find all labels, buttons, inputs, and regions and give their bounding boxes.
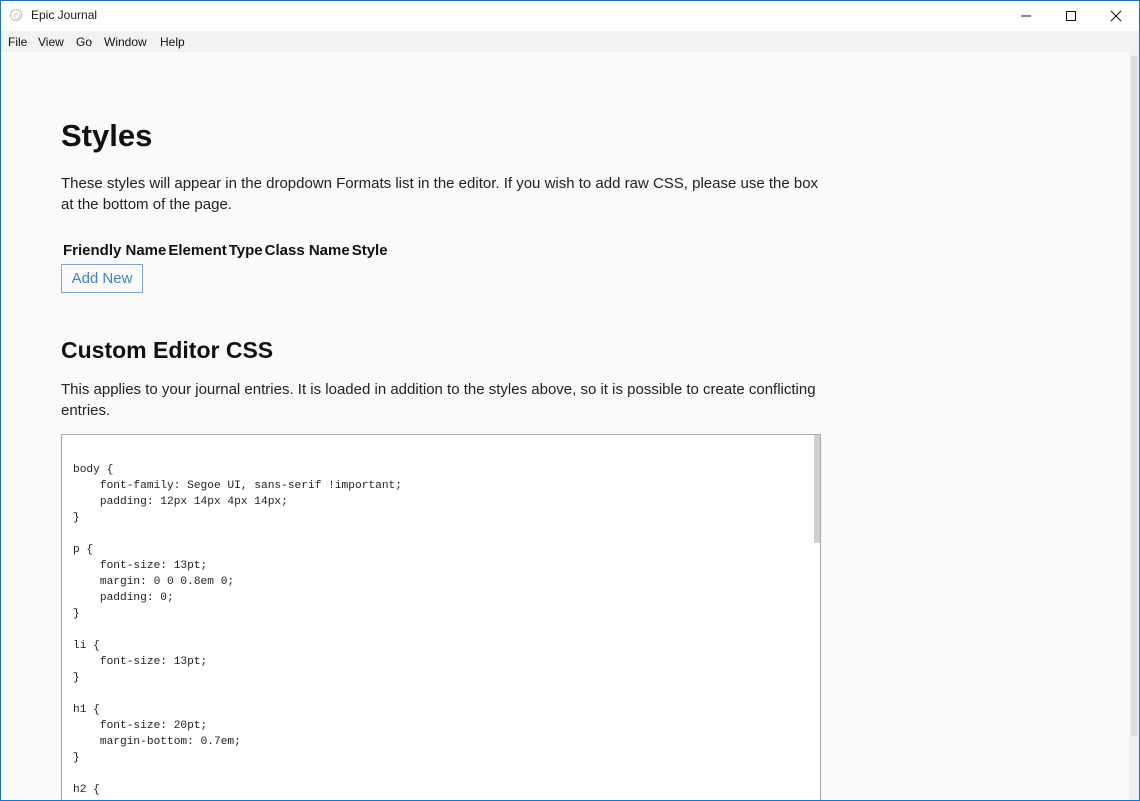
minimize-icon	[1021, 15, 1031, 17]
menu-go[interactable]: Go	[76, 35, 92, 49]
maximize-icon	[1066, 11, 1076, 21]
column-friendly-name: Friendly Name	[63, 242, 167, 259]
close-icon	[1110, 10, 1122, 22]
minimize-button[interactable]	[1003, 1, 1049, 31]
maximize-button[interactable]	[1048, 1, 1094, 31]
app-icon	[10, 9, 22, 21]
app-window: Epic Journal File View Go Window Help St…	[0, 0, 1140, 801]
menu-file[interactable]: File	[8, 35, 27, 49]
add-new-button[interactable]: Add New	[61, 264, 143, 293]
column-element: Element	[168, 242, 227, 259]
menu-window[interactable]: Window	[104, 35, 147, 49]
menu-view[interactable]: View	[38, 35, 64, 49]
styles-description: These styles will appear in the dropdown…	[61, 175, 819, 213]
editor-scrollbar[interactable]	[814, 435, 820, 543]
column-class-name: Class Name	[264, 242, 350, 259]
page-scrollbar-thumb[interactable]	[1131, 56, 1137, 736]
custom-css-heading: Custom Editor CSS	[61, 337, 274, 363]
menu-bar: File View Go Window Help	[1, 31, 1139, 52]
styles-table-header: Friendly Name Element Type Class Name St…	[63, 242, 390, 259]
page-scrollbar[interactable]	[1129, 52, 1139, 800]
css-editor-text[interactable]: body { font-family: Segoe UI, sans-serif…	[73, 462, 402, 798]
column-style: Style	[351, 242, 388, 259]
close-button[interactable]	[1093, 1, 1139, 31]
custom-css-textarea[interactable]: body { font-family: Segoe UI, sans-serif…	[61, 434, 821, 800]
menu-help[interactable]: Help	[160, 35, 185, 49]
window-title: Epic Journal	[31, 8, 98, 22]
styles-heading: Styles	[61, 118, 153, 153]
custom-css-description: This applies to your journal entries. It…	[61, 381, 816, 419]
column-type: Type	[228, 242, 263, 259]
settings-page[interactable]: Styles These styles will appear in the d…	[1, 52, 1129, 800]
title-bar[interactable]: Epic Journal	[1, 1, 1139, 31]
